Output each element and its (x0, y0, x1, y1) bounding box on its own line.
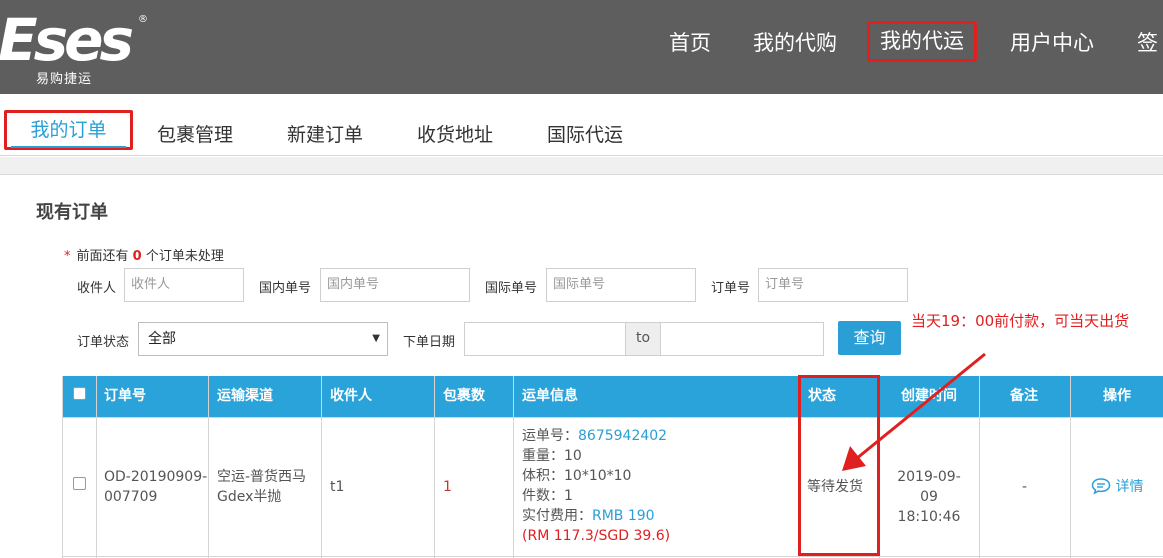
annotation-arrow-icon (842, 352, 986, 471)
